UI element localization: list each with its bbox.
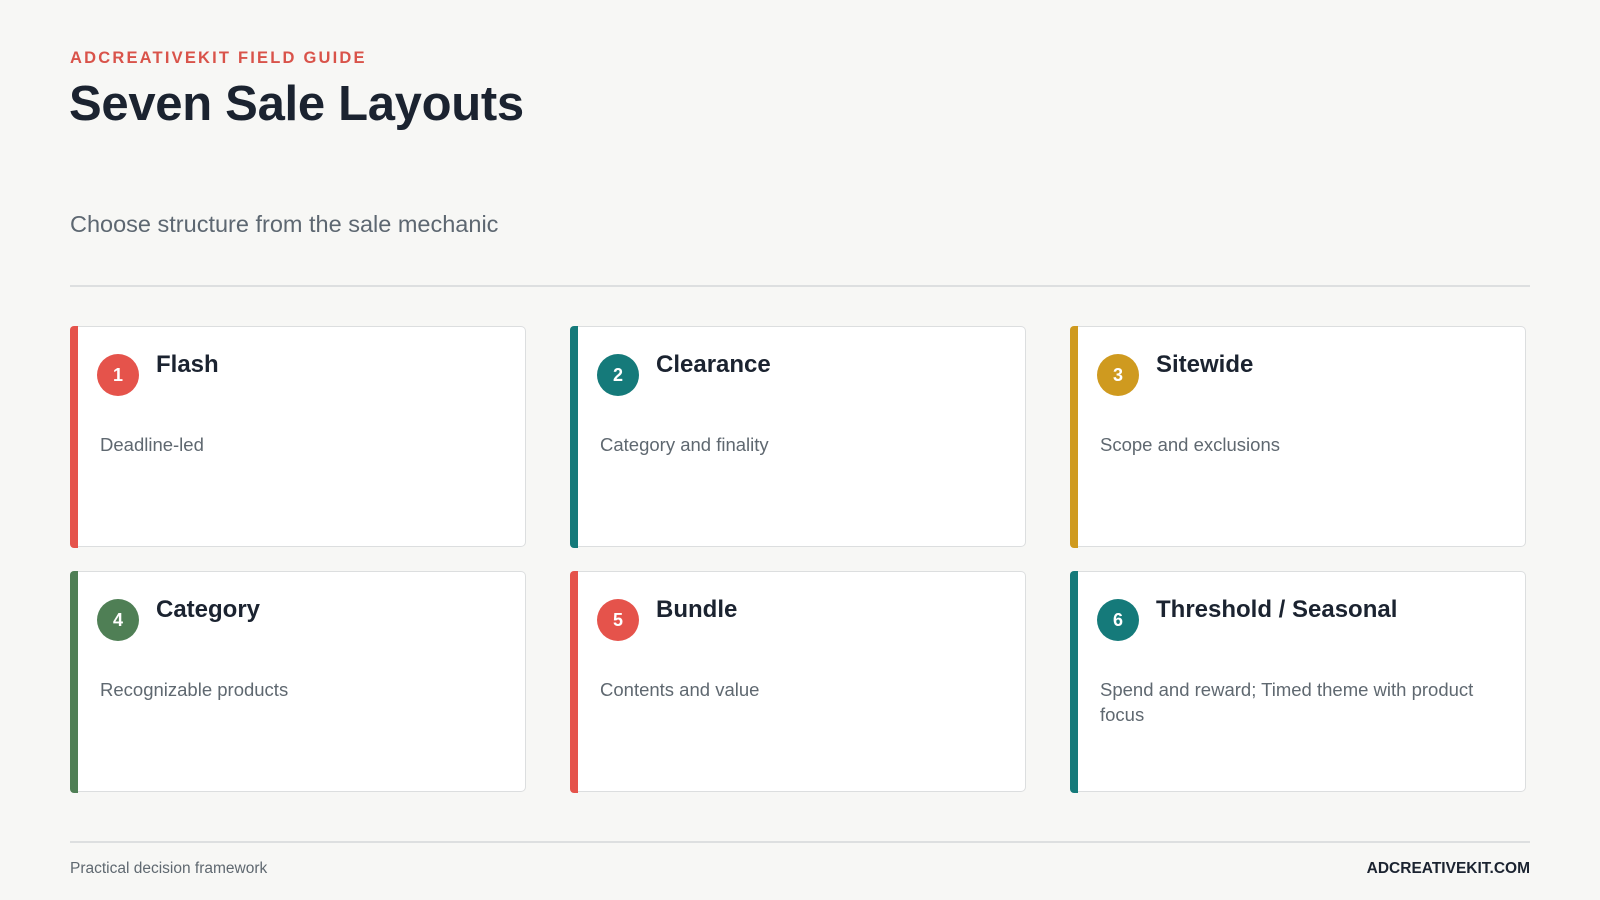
layout-card-sitewide: 3 Sitewide Scope and exclusions <box>1070 325 1526 548</box>
layout-card-category: 4 Category Recognizable products <box>70 570 526 793</box>
layout-card-bundle: 5 Bundle Contents and value <box>570 570 1026 793</box>
page-title: Seven Sale Layouts <box>69 77 524 131</box>
card-number-badge: 6 <box>1097 599 1139 641</box>
card-description: Recognizable products <box>100 679 289 700</box>
card-title: Category <box>156 596 261 623</box>
card-accent-bar <box>70 325 78 548</box>
top-divider <box>70 285 1530 287</box>
card-number-badge: 4 <box>97 599 139 641</box>
card-title: Sitewide <box>1156 351 1254 378</box>
card-title: Bundle <box>656 596 738 623</box>
card-accent-bar <box>1070 570 1078 793</box>
card-description: Contents and value <box>600 679 760 700</box>
card-description: Deadline-led <box>100 434 204 455</box>
card-accent-bar <box>570 325 578 548</box>
card-accent-bar <box>70 570 78 793</box>
card-number-badge: 3 <box>1097 354 1139 396</box>
card-description: Category and finality <box>600 434 769 455</box>
card-title: Flash <box>156 351 219 378</box>
card-number-badge: 2 <box>597 354 639 396</box>
card-title: Clearance <box>656 351 771 378</box>
layout-card-clearance: 2 Clearance Category and finality <box>570 325 1026 548</box>
layout-card-flash: 1 Flash Deadline-led <box>70 325 526 548</box>
card-description: Spend and reward; Timed theme with produ… <box>1100 679 1474 725</box>
footer-tagline: Practical decision framework <box>70 860 268 877</box>
card-number-badge: 5 <box>597 599 639 641</box>
card-description: Scope and exclusions <box>1100 434 1280 455</box>
card-title: Threshold / Seasonal <box>1156 596 1398 623</box>
footer-site-link[interactable]: ADCREATIVEKIT.COM <box>1367 860 1530 878</box>
eyebrow-label: ADCREATIVEKIT FIELD GUIDE <box>70 49 367 67</box>
page-subtitle: Choose structure from the sale mechanic <box>70 211 499 237</box>
card-number-badge: 1 <box>97 354 139 396</box>
card-accent-bar <box>1070 325 1078 548</box>
bottom-divider <box>70 841 1530 843</box>
card-accent-bar <box>570 570 578 793</box>
layout-card-threshold-seasonal: 6 Threshold / Seasonal Spend and reward;… <box>1070 570 1526 793</box>
